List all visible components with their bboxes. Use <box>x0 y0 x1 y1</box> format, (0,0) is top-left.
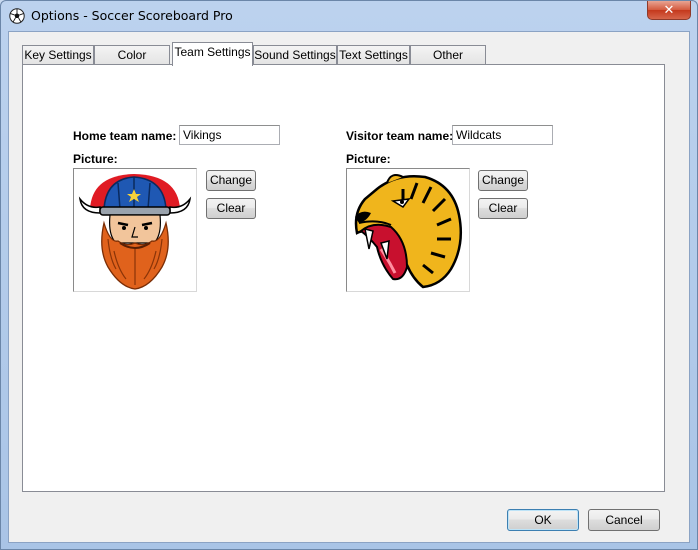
close-icon: ✕ <box>663 2 675 18</box>
soccer-ball-icon <box>9 8 25 24</box>
home-team-name-label: Home team name: <box>73 129 177 143</box>
ok-button[interactable]: OK <box>507 509 579 531</box>
home-change-picture-button[interactable]: Change <box>206 170 256 191</box>
tab-label: Key Settings <box>24 48 92 62</box>
tab-key-settings[interactable]: Key Settings <box>22 45 94 65</box>
visitor-change-picture-button[interactable]: Change <box>478 170 528 191</box>
close-button[interactable]: ✕ <box>647 1 691 20</box>
viking-mascot-image <box>78 174 192 290</box>
visitor-team-name-label: Visitor team name: <box>346 129 454 143</box>
tab-color-settings[interactable]: Color Settings <box>94 45 170 80</box>
wildcat-mascot-image <box>354 174 462 289</box>
options-window: Options - Soccer Scoreboard Pro ✕ Key Se… <box>0 0 698 550</box>
visitor-picture-box <box>346 168 470 292</box>
tab-text-settings[interactable]: Text Settings <box>337 45 410 65</box>
team-settings-panel: Home team name: Picture: <box>22 64 665 492</box>
tab-team-settings[interactable]: Team Settings <box>172 42 253 66</box>
home-team-name-input[interactable] <box>179 125 280 145</box>
title-bar[interactable]: Options - Soccer Scoreboard Pro ✕ <box>1 1 697 31</box>
home-picture-label: Picture: <box>73 152 118 166</box>
window-title: Options - Soccer Scoreboard Pro <box>31 8 233 23</box>
cancel-button[interactable]: Cancel <box>588 509 660 531</box>
home-clear-picture-button[interactable]: Clear <box>206 198 256 219</box>
home-picture-box <box>73 168 197 292</box>
visitor-team-name-input[interactable] <box>452 125 553 145</box>
tab-label: Team Settings <box>174 45 251 59</box>
tab-other-settings[interactable]: Other Settings <box>410 45 486 80</box>
visitor-clear-picture-button[interactable]: Clear <box>478 198 528 219</box>
client-area: Key Settings Color Settings Team Setting… <box>8 31 690 543</box>
tab-label: Sound Settings <box>254 48 336 62</box>
tab-label: Text Settings <box>339 48 408 62</box>
tab-sound-settings[interactable]: Sound Settings <box>253 45 337 65</box>
visitor-picture-label: Picture: <box>346 152 391 166</box>
